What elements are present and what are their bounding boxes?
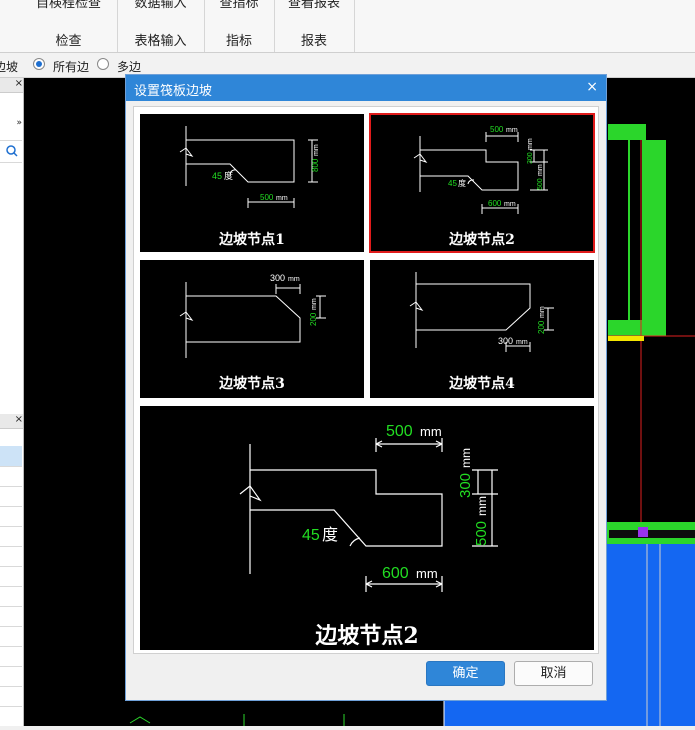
preview-caption: 边坡节点2 [315,623,419,649]
top-width-value: 500 [490,125,504,134]
table-row[interactable] [0,430,22,446]
node-caption: 边坡节点4 [449,376,515,392]
step-height-unit: mm [459,448,473,468]
bottom-width-value: 600 [488,199,502,208]
node-preview: 500 mm 45 度 600 mm 300 mm 500 mm 边坡节点2 [140,406,594,650]
bottom-width-value: 600 [382,565,409,582]
angle-value: 45 [448,179,457,188]
ribbon-group-table-input[interactable]: 数据输入 表格输入 [117,0,205,52]
beam-shape [644,140,666,336]
table-row[interactable] [0,486,22,507]
left-panel: × » × [0,78,24,726]
step-height-value: 300 [457,473,474,498]
width-unit: mm [276,195,288,202]
node-option-3[interactable]: 300 mm 200 mm 边坡节点3 [140,260,364,398]
ribbon-group-indicator[interactable]: 查指标 指标 [204,0,275,52]
angle-unit: 度 [322,526,338,544]
panel-close-icon[interactable]: × [0,414,23,429]
height-unit: mm [537,164,544,176]
multi-edges-radio[interactable] [97,58,109,70]
ribbon-group-label: 报表 [300,34,327,49]
table-row[interactable] [0,446,22,467]
beam-gap-shape [630,140,642,320]
ribbon-group-label: 表格输入 [134,34,187,49]
width-value: 300 [498,336,513,346]
angle-unit: 度 [224,170,233,181]
width-unit: mm [516,339,528,346]
table-row[interactable] [0,526,22,547]
node-caption: 边坡节点1 [219,232,285,248]
height-value: 500 [473,521,490,546]
bottom-width-unit: mm [416,566,438,581]
height-unit: mm [539,306,546,318]
top-width-unit: mm [506,127,518,134]
width-unit: mm [288,276,300,283]
ribbon-check-button[interactable]: 自検程检查 [20,0,117,11]
table-row[interactable] [0,586,22,607]
width-value: 300 [270,273,285,283]
panel-close-icon[interactable]: × [0,78,23,93]
height-unit: mm [313,144,320,156]
node-caption: 边坡节点2 [449,232,515,248]
close-icon[interactable]: × [586,79,598,95]
all-edges-radio[interactable] [33,58,45,70]
slab-strip-shape [609,530,695,538]
angle-unit: 度 [458,178,466,188]
ribbon-data-input-button[interactable]: 数据输入 [117,0,204,11]
point-marker-shape [638,527,648,537]
ribbon-report-button[interactable]: 查看报表 [274,0,354,11]
ribbon-group-label: 指标 [225,34,252,49]
table-row[interactable] [0,466,22,487]
height-value: 800 [311,158,320,172]
table-row[interactable] [0,566,22,587]
panel-expand-icon[interactable]: » [0,118,22,141]
all-edges-label[interactable]: 所有边 [53,58,89,75]
height-value: 500 [537,178,544,190]
width-value: 500 [260,193,274,202]
slab-edge-dialog: 设置筏板边坡 × 45 度 500 mm 800 mm 边坡节点1 500 mm… [125,74,607,701]
height-value: 200 [309,312,318,326]
cad-fragment [129,716,151,724]
table-row[interactable] [0,626,22,647]
ribbon-group-check[interactable]: 自検程检查 检查 [20,0,118,52]
dialog-titlebar[interactable]: 设置筏板边坡 × [126,75,606,101]
ribbon-group-report[interactable]: 查看报表 报表 [274,0,355,52]
step-height-unit: mm [527,138,534,150]
step-height-value: 300 [527,152,534,164]
node-caption: 边坡节点3 [219,376,285,392]
table-row[interactable] [0,506,22,527]
edge-slope-label: 边坡 [0,60,19,74]
height-unit: mm [475,496,489,516]
node-option-4[interactable]: 300 mm 200 mm 边坡节点4 [370,260,594,398]
ribbon: 自検程检查 检查 数据输入 表格输入 查指标 指标 查看报表 报表 [0,0,695,53]
ribbon-group-label: 检查 [55,34,82,49]
panel-search-icon[interactable] [0,140,22,163]
cancel-button[interactable]: 取消 [514,661,593,686]
height-value: 200 [537,320,546,334]
table-row[interactable] [0,646,22,667]
top-width-unit: mm [420,424,442,439]
table-row[interactable] [0,606,22,627]
node-options-panel: 45 度 500 mm 800 mm 边坡节点1 500 mm 45 度 600… [133,106,599,654]
ok-button[interactable]: 确定 [426,661,505,686]
angle-value: 45 [302,527,320,544]
multi-edges-label[interactable]: 多边 [117,58,141,75]
bottom-width-unit: mm [504,201,516,208]
node-option-2[interactable]: 500 mm 45 度 600 mm 300 mm 500 mm 边坡节点2 [369,113,595,253]
dialog-title: 设置筏板边坡 [134,84,213,99]
table-row[interactable] [0,686,22,707]
node-option-1[interactable]: 45 度 500 mm 800 mm 边坡节点1 [140,114,364,252]
top-width-value: 500 [386,423,413,440]
table-row[interactable] [0,666,22,687]
node-preview-diagram: 500 mm 45 度 600 mm 300 mm 500 mm [239,423,498,592]
marker-shape [608,336,644,341]
angle-value: 45 [212,171,222,181]
ribbon-indicator-button[interactable]: 查指标 [204,0,274,11]
height-unit: mm [311,298,318,310]
table-row[interactable] [0,546,22,567]
beam-inner-shape [608,140,628,320]
